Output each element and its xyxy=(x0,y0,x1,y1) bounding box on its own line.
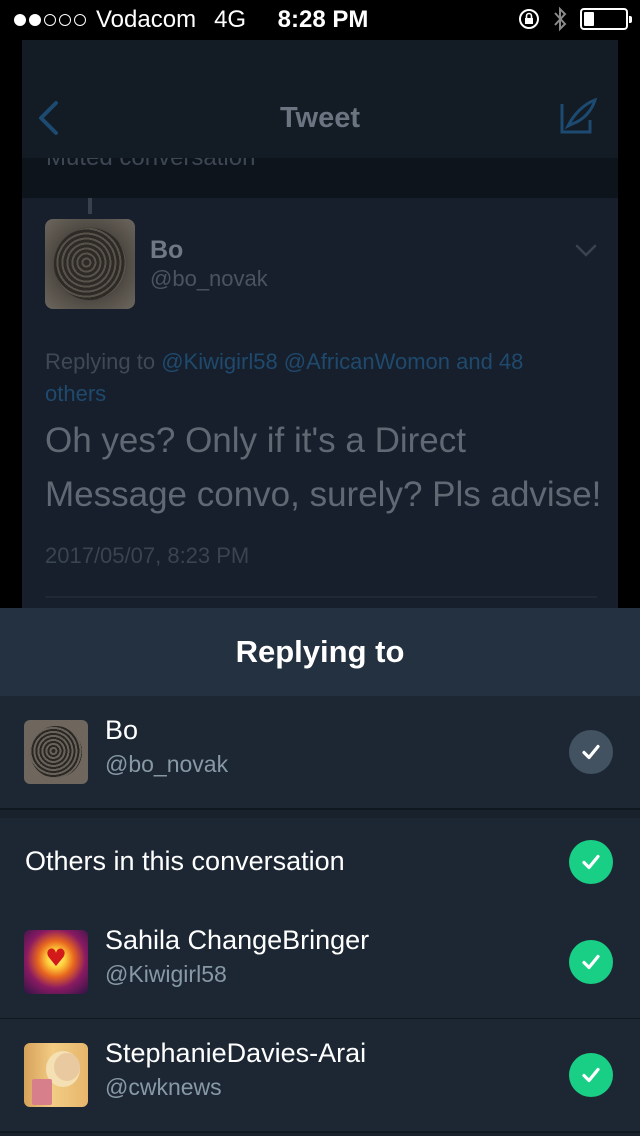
battery-level xyxy=(584,12,594,26)
recipient-handle: @bo_novak xyxy=(105,751,229,777)
avatar xyxy=(24,720,88,784)
reply-recipient-row[interactable]: Sahila ChangeBringer @Kiwigirl58 xyxy=(0,906,640,1018)
tweet-detail-screen: Tweet Muted conversation Bo @bo_novak Re… xyxy=(22,40,618,610)
tweet-text: Oh yes? Only if it's a Direct Message co… xyxy=(45,421,602,514)
muted-conversation-label: Muted conversation xyxy=(46,158,255,172)
replying-prefix: Replying to xyxy=(45,349,156,374)
replying-to-sheet: Replying to Bo @bo_novak Others in this … xyxy=(0,608,640,1136)
muted-conversation-banner: Muted conversation xyxy=(22,158,618,198)
status-bar: Vodacom 4G 8:28 PM xyxy=(0,0,640,40)
divider xyxy=(45,596,597,598)
tweet-options-chevron-icon[interactable] xyxy=(574,242,598,258)
battery-icon xyxy=(580,8,632,30)
avatar xyxy=(24,1043,88,1107)
others-in-conversation-row[interactable]: Others in this conversation xyxy=(0,818,640,906)
sheet-header: Replying to xyxy=(0,608,640,696)
recipient-name: Sahila ChangeBringer xyxy=(105,925,370,955)
sheet-title: Replying to xyxy=(235,634,405,669)
reply-recipient-row-primary[interactable]: Bo @bo_novak xyxy=(0,696,640,808)
rotation-lock-icon xyxy=(519,9,539,29)
checkmark-icon[interactable] xyxy=(569,1053,613,1097)
compose-tweet-icon[interactable] xyxy=(558,96,598,136)
tweet-author-handle: @bo_novak xyxy=(150,266,268,291)
others-label: Others in this conversation xyxy=(25,846,345,876)
nav-bar: Tweet xyxy=(22,40,618,158)
recipient-name: Bo xyxy=(105,715,139,745)
tweet-author-name[interactable]: Bo xyxy=(150,236,183,265)
section-divider xyxy=(0,808,640,810)
recipient-handle: @cwknews xyxy=(105,1074,222,1100)
status-right xyxy=(518,6,632,32)
avatar xyxy=(24,930,88,994)
replying-to-line: Replying to @Kiwigirl58 @AfricanWomon an… xyxy=(45,346,585,410)
row-divider xyxy=(0,1131,640,1133)
thread-connector xyxy=(88,198,92,214)
checkmark-icon[interactable] xyxy=(569,730,613,774)
recipient-name: StephanieDavies-Arai xyxy=(105,1038,367,1068)
recipient-handle: @Kiwigirl58 xyxy=(105,961,227,987)
bluetooth-icon xyxy=(554,6,567,32)
tweet-timestamp: 2017/05/07, 8:23 PM xyxy=(45,543,250,568)
checkmark-icon[interactable] xyxy=(569,940,613,984)
nav-title: Tweet xyxy=(279,102,361,134)
checkmark-icon[interactable] xyxy=(569,840,613,884)
reply-recipient-row[interactable]: StephanieDavies-Arai @cwknews xyxy=(0,1019,640,1131)
tweet-author-avatar[interactable] xyxy=(45,219,135,309)
